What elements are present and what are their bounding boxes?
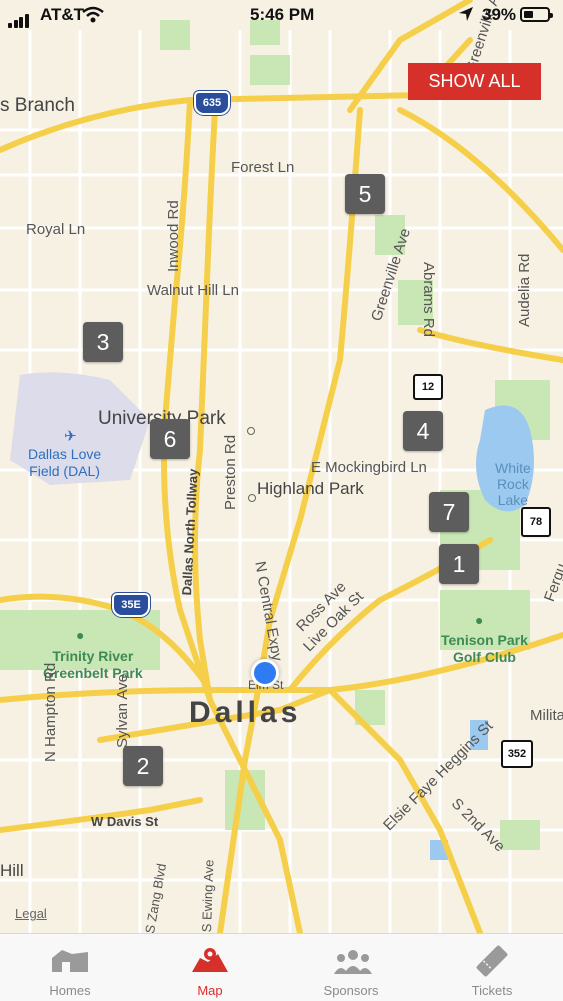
label-abrams-rd: Abrams Rd (420, 262, 437, 338)
label-n-hampton-rd: N Hampton Rd (42, 662, 59, 762)
tab-homes[interactable]: Homes (0, 934, 140, 1001)
label-farmers-branch: s Branch (0, 95, 75, 116)
highway-shield-i635: 635 (194, 91, 230, 115)
map-view[interactable]: s Branch Forest Ln Royal Ln Inwood Rd Wa… (0, 0, 563, 933)
map-marker-3[interactable]: 3 (83, 322, 123, 362)
airport-icon: ✈ (64, 428, 77, 445)
map-marker-7[interactable]: 7 (429, 492, 469, 532)
highway-shield-352: 352 (501, 740, 533, 768)
label-royal-ln: Royal Ln (26, 221, 86, 238)
map-marker-2[interactable]: 2 (123, 746, 163, 786)
label-white-rock-lake: White Rock Lake (495, 460, 531, 508)
battery-icon (520, 7, 553, 22)
tab-tickets[interactable]: Tickets (422, 934, 562, 1001)
label-s-ewing-ave: S Ewing Ave (199, 859, 217, 933)
label-e-mockingbird-ln: E Mockingbird Ln (311, 459, 427, 476)
highway-shield-78: 78 (521, 507, 551, 537)
tickets-icon (476, 945, 508, 977)
location-arrow-icon (459, 7, 473, 21)
poi-dot (248, 494, 256, 502)
carrier-label: AT&T (40, 5, 85, 24)
map-marker-4[interactable]: 4 (403, 411, 443, 451)
map-marker-1[interactable]: 1 (439, 544, 479, 584)
label-audelia-rd: Audelia Rd (516, 253, 533, 327)
sponsors-icon (334, 950, 372, 974)
label-walnut-hill-ln: Walnut Hill Ln (147, 282, 239, 299)
label-preston-rd: Preston Rd (222, 434, 239, 510)
tab-label: Sponsors (323, 983, 379, 998)
status-time: 5:46 PM (250, 5, 315, 24)
battery-fill (524, 11, 533, 18)
signal-icon (8, 8, 30, 28)
tab-label: Tickets (471, 983, 513, 998)
tab-label: Homes (49, 983, 91, 998)
tab-label: Map (197, 983, 223, 998)
label-military: Milita (530, 707, 563, 724)
label-sylvan-ave: Sylvan Ave (114, 674, 131, 748)
label-inwood-rd: Inwood Rd (165, 200, 182, 272)
homes-icon (52, 950, 88, 972)
highway-shield-i35e: 35E (112, 593, 150, 617)
map-marker-6[interactable]: 6 (150, 419, 190, 459)
label-dallas-love-field: Dallas Love Field (DAL) (28, 446, 102, 479)
golf-icon: ● (475, 612, 484, 628)
map-icon (192, 948, 228, 972)
wifi-icon (82, 6, 104, 23)
label-dallas: Dallas (189, 696, 302, 729)
label-w-davis-st: W Davis St (91, 814, 159, 829)
status-bar: AT&T 5:46 PM 39% (0, 0, 563, 30)
label-hill: Hill (0, 861, 24, 880)
legal-link[interactable]: Legal (15, 906, 47, 921)
tab-bar: Homes Map Sponsors Tickets (0, 933, 563, 1001)
tab-map[interactable]: Map (140, 934, 280, 1001)
show-all-button[interactable]: SHOW ALL (408, 63, 541, 100)
park-icon: ● (76, 627, 85, 643)
tab-sponsors[interactable]: Sponsors (281, 934, 421, 1001)
label-highland-park: Highland Park (257, 479, 364, 498)
poi-dot (247, 427, 255, 435)
map-marker-5[interactable]: 5 (345, 174, 385, 214)
label-tenison-park-golf-club: Tenison Park Golf Club (441, 632, 528, 665)
battery-percent: 39% (482, 5, 517, 24)
current-location-dot (251, 659, 279, 687)
highway-shield-12: 12 (413, 374, 443, 400)
label-forest-ln: Forest Ln (231, 159, 295, 176)
